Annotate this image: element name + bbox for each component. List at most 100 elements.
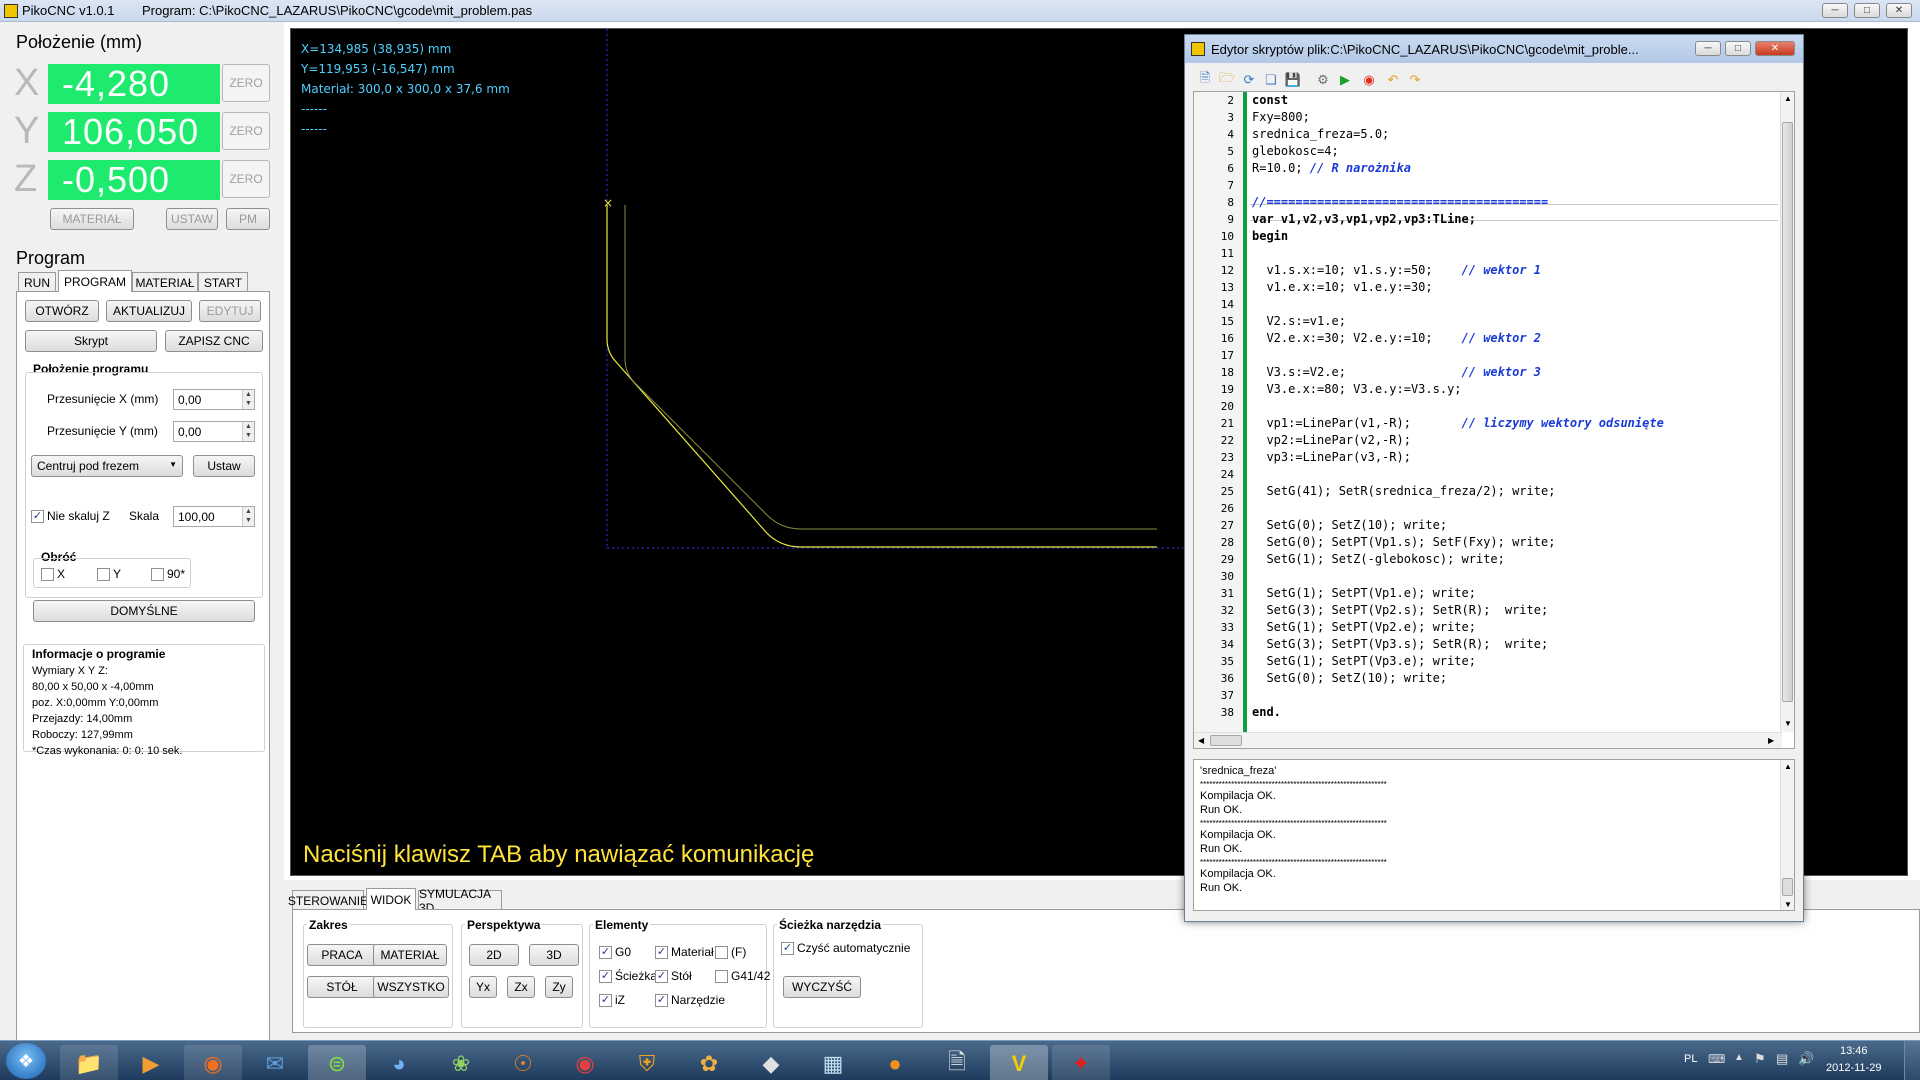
run-play-icon[interactable]: ▶ [1337, 72, 1353, 88]
shield-taskbar-icon[interactable]: ⛨ [618, 1045, 676, 1080]
pikocnc-active-taskbar-icon[interactable]: V [990, 1045, 1048, 1080]
start-button[interactable]: ❖ [6, 1043, 46, 1079]
hscroll-thumb[interactable] [1210, 735, 1242, 746]
material-checkbox[interactable]: ✓ [655, 946, 668, 959]
save-cnc-button[interactable]: ZAPISZ CNC [165, 330, 263, 352]
scroll-right-icon[interactable]: ▶ [1768, 736, 1774, 745]
output-scroll-down-icon[interactable]: ▼ [1784, 900, 1792, 909]
thunderbird-taskbar-icon[interactable]: ✉ [246, 1045, 304, 1080]
stol-checkbox[interactable]: ✓ [655, 970, 668, 983]
ustaw-button[interactable]: USTAW [166, 208, 218, 230]
scroll-down-icon[interactable]: ▼ [1784, 719, 1792, 728]
clock-date[interactable]: 2012-11-29 [1826, 1062, 1881, 1074]
camera-taskbar-icon[interactable]: ◉ [556, 1045, 614, 1080]
clock-time[interactable]: 13:46 [1840, 1045, 1868, 1057]
editor-splitter[interactable] [1193, 751, 1795, 757]
volume-tray-icon[interactable]: 🔊 [1798, 1051, 1814, 1067]
f-checkbox[interactable] [715, 946, 728, 959]
offset-x-input[interactable]: 0,00 ▲ ▼ [173, 389, 255, 410]
undo-icon[interactable]: ↶ [1385, 72, 1401, 88]
offset-y-spin-icon[interactable]: ▲ ▼ [242, 422, 254, 441]
rotate-90-checkbox[interactable] [151, 568, 164, 581]
no-scale-z-checkbox[interactable]: ✓ [31, 510, 44, 523]
scroll-left-icon[interactable]: ◀ [1198, 736, 1204, 745]
output-vertical-scrollbar[interactable]: ▲ ▼ [1780, 760, 1794, 910]
open-button[interactable]: OTWÓRZ [25, 300, 99, 322]
save-icon[interactable]: 💾 [1285, 72, 1301, 88]
editor-maximize-button[interactable]: □ [1725, 41, 1751, 56]
explorer-taskbar-icon[interactable]: 📁 [60, 1045, 118, 1080]
sciezka-checkbox[interactable]: ✓ [599, 970, 612, 983]
view-2d-button[interactable]: 2D [469, 944, 519, 966]
blender-taskbar-icon[interactable]: ☉ [494, 1045, 552, 1080]
tab-sterowanie[interactable]: STEROWANIE [288, 890, 368, 910]
copy-icon[interactable]: ❏ [1263, 72, 1279, 88]
zakres-material-button[interactable]: MATERIAŁ [373, 944, 447, 966]
reload-icon[interactable]: ⟳ [1241, 72, 1257, 88]
zero-x-button[interactable]: ZERO [222, 64, 270, 102]
firefox-taskbar-icon[interactable]: ◉ [184, 1045, 242, 1080]
wszystko-button[interactable]: WSZYSTKO [373, 976, 449, 998]
document-taskbar-icon[interactable]: 🗎 [928, 1045, 986, 1080]
tab-symulacja-3d[interactable]: SYMULACJA 3D [418, 887, 502, 915]
output-scroll-thumb[interactable] [1782, 878, 1793, 896]
material-button[interactable]: MATERIAŁ [50, 208, 134, 230]
acrobat-taskbar-icon[interactable]: ✦ [1052, 1045, 1110, 1080]
inkscape-pen-taskbar-icon[interactable]: ◆ [742, 1045, 800, 1080]
calculator-taskbar-icon[interactable]: ▦ [804, 1045, 862, 1080]
stop-icon[interactable]: ◉ [1361, 72, 1377, 88]
offset-x-spin-icon[interactable]: ▲ ▼ [242, 390, 254, 409]
center-select[interactable]: Centruj pod frezem ▼ [31, 455, 183, 477]
tab-start[interactable]: START [198, 272, 248, 292]
tab-widok[interactable]: WIDOK [366, 888, 416, 910]
view-yx-button[interactable]: Yx [469, 976, 497, 998]
stol-button[interactable]: STÓŁ [307, 976, 377, 998]
scale-input[interactable]: 100,00 ▲ ▼ [173, 506, 255, 527]
view-3d-button[interactable]: 3D [529, 944, 579, 966]
maximize-button[interactable]: □ [1854, 3, 1880, 18]
code-horizontal-scrollbar[interactable]: ◀ ▶ [1194, 732, 1782, 748]
internet-taskbar-icon[interactable]: ◕ [370, 1045, 428, 1080]
editor-minimize-button[interactable]: ─ [1695, 41, 1721, 56]
script-button[interactable]: Skrypt [25, 330, 157, 352]
inkscape-taskbar-icon[interactable]: ❀ [432, 1045, 490, 1080]
orange-app-taskbar-icon[interactable]: ● [866, 1045, 924, 1080]
pm-button[interactable]: PM [226, 208, 270, 230]
view-zy-button[interactable]: Zy [545, 976, 573, 998]
set-button[interactable]: Ustaw [193, 455, 255, 477]
update-button[interactable]: AKTUALIZUJ [106, 300, 192, 322]
scroll-up-icon[interactable]: ▲ [1784, 94, 1792, 103]
tab-run[interactable]: RUN [18, 272, 56, 292]
new-file-icon[interactable]: 🗎 [1197, 70, 1213, 88]
view-zx-button[interactable]: Zx [507, 976, 535, 998]
paw-taskbar-icon[interactable]: ✿ [680, 1045, 738, 1080]
g0-checkbox[interactable]: ✓ [599, 946, 612, 959]
auto-clear-checkbox[interactable]: ✓ [781, 942, 794, 955]
zero-z-button[interactable]: ZERO [222, 160, 270, 198]
show-hidden-icon[interactable]: ▲ [1734, 1052, 1744, 1063]
close-button[interactable]: ✕ [1886, 3, 1912, 18]
flag-tray-icon[interactable]: ⚑ [1754, 1051, 1766, 1067]
redo-icon[interactable]: ↷ [1407, 72, 1423, 88]
rotate-y-checkbox[interactable] [97, 568, 110, 581]
network-tray-icon[interactable]: ▤ [1776, 1051, 1788, 1067]
iz-checkbox[interactable]: ✓ [599, 994, 612, 1007]
zero-y-button[interactable]: ZERO [222, 112, 270, 150]
scale-spin-icon[interactable]: ▲ ▼ [242, 507, 254, 526]
rotate-x-checkbox[interactable] [41, 568, 54, 581]
editor-close-button[interactable]: ✕ [1755, 41, 1795, 56]
clear-path-button[interactable]: WYCZYŚĆ [783, 976, 861, 998]
praca-button[interactable]: PRACA [307, 944, 377, 966]
minimize-button[interactable]: ─ [1822, 3, 1848, 18]
keyboard-tray-icon[interactable]: ⌨ [1708, 1052, 1725, 1066]
offset-y-input[interactable]: 0,00 ▲ ▼ [173, 421, 255, 442]
media-player-taskbar-icon[interactable]: ▶ [122, 1045, 180, 1080]
narzedzie-checkbox[interactable]: ✓ [655, 994, 668, 1007]
tab-material[interactable]: MATERIAŁ [132, 272, 198, 292]
code-editor[interactable]: 2 const 3 Fxy=800; 4 srednica_freza=5.0; 5 gleb… [1193, 91, 1795, 749]
output-scroll-up-icon[interactable]: ▲ [1784, 762, 1792, 771]
code-scroll-thumb[interactable] [1782, 122, 1793, 702]
g4142-checkbox[interactable] [715, 970, 728, 983]
show-desktop-button[interactable] [1904, 1041, 1920, 1080]
language-indicator[interactable]: PL [1684, 1053, 1697, 1065]
